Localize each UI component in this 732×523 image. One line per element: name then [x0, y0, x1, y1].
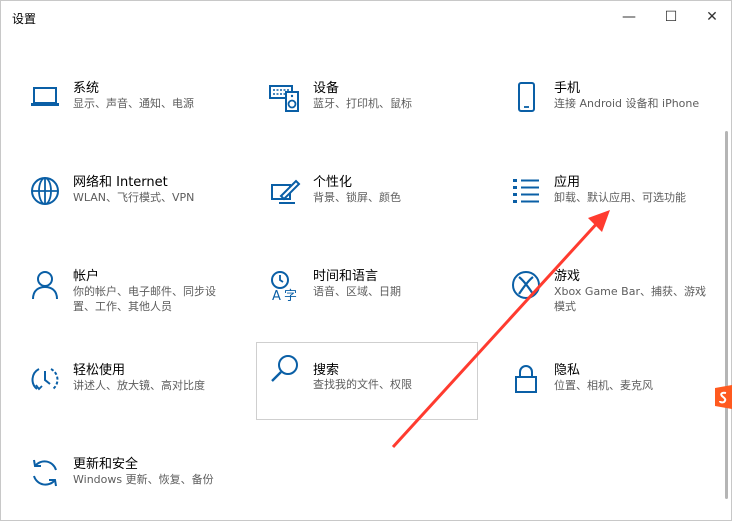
tile-personalization[interactable]: 个性化 背景、锁屏、颜色: [257, 165, 477, 241]
tile-system[interactable]: 系统 显示、声音、通知、电源: [17, 71, 237, 147]
svg-text:A: A: [272, 289, 281, 301]
close-icon: ✕: [706, 9, 718, 25]
minimize-icon: —: [622, 9, 636, 25]
apps-list-icon: [513, 179, 539, 203]
lock-icon: [515, 365, 537, 393]
tile-phone[interactable]: 手机 连接 Android 设备和 iPhone: [498, 71, 718, 147]
tile-description: 背景、锁屏、颜色: [313, 191, 401, 204]
tile-title: 帐户: [73, 269, 100, 284]
tile-description: 连接 Android 设备和 iPhone: [554, 97, 700, 110]
tile-description: WLAN、飞行模式、VPN: [73, 191, 195, 204]
tile-description: 位置、相机、麦克风: [554, 379, 653, 392]
tile-title: 设备: [313, 81, 340, 96]
tile-description: 蓝牙、打印机、鼠标: [313, 97, 412, 110]
person-icon: [32, 271, 58, 300]
tile-title: 网络和 Internet: [73, 175, 168, 190]
close-button[interactable]: ✕: [689, 1, 732, 33]
tile-title: 隐私: [554, 363, 581, 378]
tile-title: 游戏: [554, 269, 581, 284]
settings-window: 设置 — ☐ ✕ 系统 显示、声音、通知、电源 设备 蓝牙、打印机、鼠标 手机 …: [0, 0, 732, 521]
ease-of-access-icon: [31, 368, 59, 391]
tile-description: 你的帐户、电子邮件、同步设置、工作、其他人员: [73, 285, 216, 313]
tile-privacy[interactable]: 隐私 位置、相机、麦克风: [498, 353, 718, 429]
time-language-icon: A 字: [271, 271, 297, 301]
tile-title: 系统: [73, 81, 100, 96]
tile-time-language[interactable]: A 字 时间和语言 语音、区域、日期: [257, 259, 477, 335]
tile-title: 应用: [554, 175, 581, 190]
svg-text:字: 字: [284, 289, 297, 301]
maximize-icon: ☐: [664, 9, 678, 25]
phone-icon: [518, 82, 535, 112]
tile-apps[interactable]: 应用 卸载、默认应用、可选功能: [498, 165, 718, 241]
minimize-button[interactable]: —: [606, 1, 652, 33]
tile-ease-of-access[interactable]: 轻松使用 讲述人、放大镜、高对比度: [17, 353, 237, 429]
tile-title: 时间和语言: [313, 269, 379, 284]
globe-icon: [31, 177, 59, 205]
title-bar: 设置 — ☐ ✕: [1, 1, 731, 33]
tile-search[interactable]: 搜索 查找我的文件、权限: [256, 342, 478, 420]
tile-update-security[interactable]: 更新和安全 Windows 更新、恢复、备份: [17, 447, 237, 523]
scrollbar[interactable]: [725, 131, 728, 499]
tile-title: 更新和安全: [73, 457, 139, 472]
tile-description: 卸载、默认应用、可选功能: [554, 191, 686, 204]
tile-description: Windows 更新、恢复、备份: [73, 473, 214, 486]
sync-icon: [33, 459, 57, 487]
keyboard-speaker-icon: [269, 85, 299, 112]
tile-title: 搜索: [313, 363, 340, 378]
window-title: 设置: [12, 12, 37, 26]
xbox-icon: [512, 271, 540, 299]
tile-title: 个性化: [313, 175, 353, 190]
tile-devices[interactable]: 设备 蓝牙、打印机、鼠标: [257, 71, 477, 147]
tile-description: 查找我的文件、权限: [313, 378, 412, 391]
tile-gaming[interactable]: 游戏 Xbox Game Bar、捕获、游戏模式: [498, 259, 718, 335]
tile-network[interactable]: 网络和 Internet WLAN、飞行模式、VPN: [17, 165, 237, 241]
tile-accounts[interactable]: 帐户 你的帐户、电子邮件、同步设置、工作、其他人员: [17, 259, 237, 335]
tile-title: 手机: [554, 81, 581, 96]
tile-description: 讲述人、放大镜、高对比度: [73, 379, 205, 392]
tile-description: 语音、区域、日期: [313, 285, 401, 298]
laptop-icon: [31, 87, 59, 106]
sogou-ime-icon[interactable]: [712, 384, 732, 410]
search-icon: [271, 355, 298, 382]
maximize-button[interactable]: ☐: [648, 1, 694, 33]
pen-screen-icon: [271, 179, 301, 204]
tile-description: 显示、声音、通知、电源: [73, 97, 194, 110]
tile-description: Xbox Game Bar、捕获、游戏模式: [554, 285, 706, 313]
tile-title: 轻松使用: [73, 363, 126, 378]
